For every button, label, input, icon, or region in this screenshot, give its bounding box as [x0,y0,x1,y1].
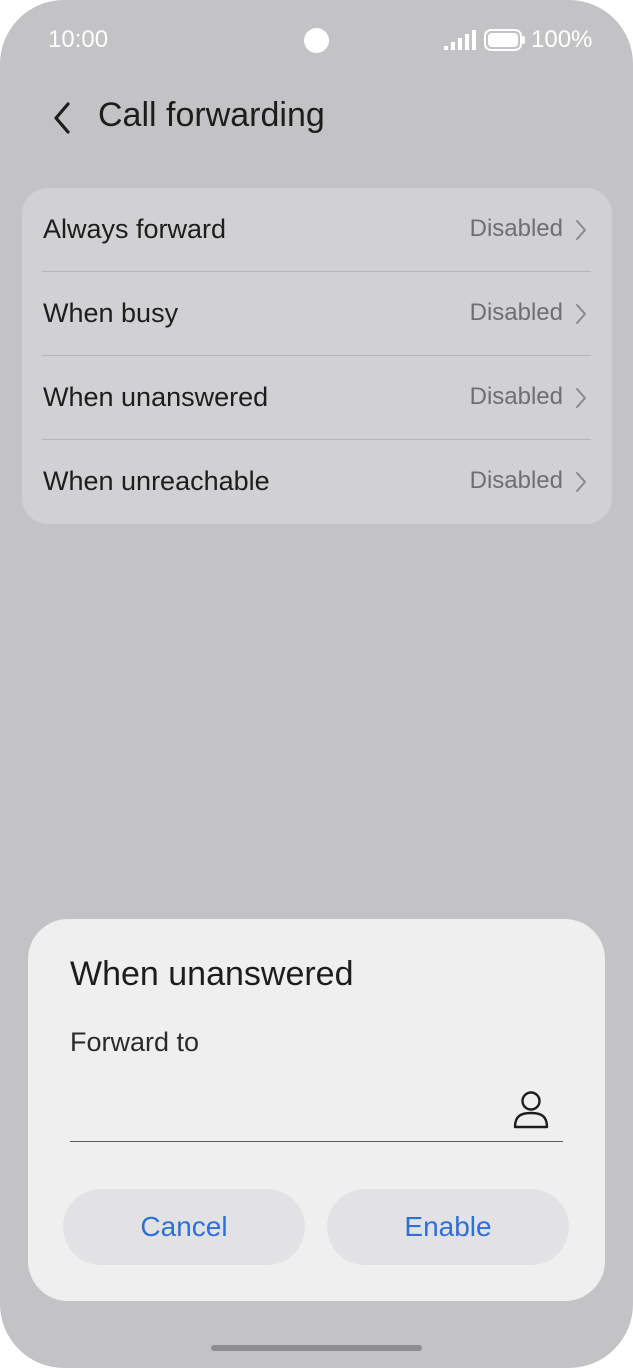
forwarding-options-list: Always forward Disabled When busy Disabl… [22,188,612,524]
person-icon[interactable] [512,1089,550,1131]
battery-percent: 100% [531,26,593,53]
forward-to-input[interactable] [70,1087,514,1133]
row-label: When busy [43,298,179,328]
front-camera [304,28,329,53]
chevron-right-icon [576,220,586,240]
dialog-title: When unanswered [70,955,354,993]
list-item-when-busy[interactable]: When busy Disabled [22,272,612,356]
enable-button[interactable]: Enable [327,1189,569,1265]
row-status: Disabled [469,215,563,242]
row-status: Disabled [469,467,563,494]
app-header: Call forwarding [0,88,633,148]
list-item-when-unreachable[interactable]: When unreachable Disabled [22,440,612,524]
row-label: When unanswered [43,382,269,412]
back-button[interactable] [44,98,84,138]
row-status: Disabled [469,383,563,410]
battery-icon [484,29,525,51]
row-status: Disabled [469,299,563,326]
forward-to-label: Forward to [70,1027,200,1057]
chevron-left-icon [54,102,70,134]
list-item-when-unanswered[interactable]: When unanswered Disabled [22,356,612,440]
input-underline [70,1141,563,1142]
page-title: Call forwarding [98,96,325,134]
list-item-always-forward[interactable]: Always forward Disabled [22,188,612,272]
row-label: Always forward [43,214,227,244]
home-indicator[interactable] [211,1345,422,1351]
cancel-button[interactable]: Cancel [63,1189,305,1265]
status-time: 10:00 [48,26,109,53]
signal-bars-icon [444,30,476,50]
phone-screen: 10:00 100% Call forwarding Always forwar… [0,0,633,1368]
status-bar: 10:00 100% [0,0,633,80]
chevron-right-icon [576,304,586,324]
forward-dialog: When unanswered Forward to Cancel Enable [28,919,605,1301]
chevron-right-icon [576,472,586,492]
row-label: When unreachable [43,466,270,496]
chevron-right-icon [576,388,586,408]
